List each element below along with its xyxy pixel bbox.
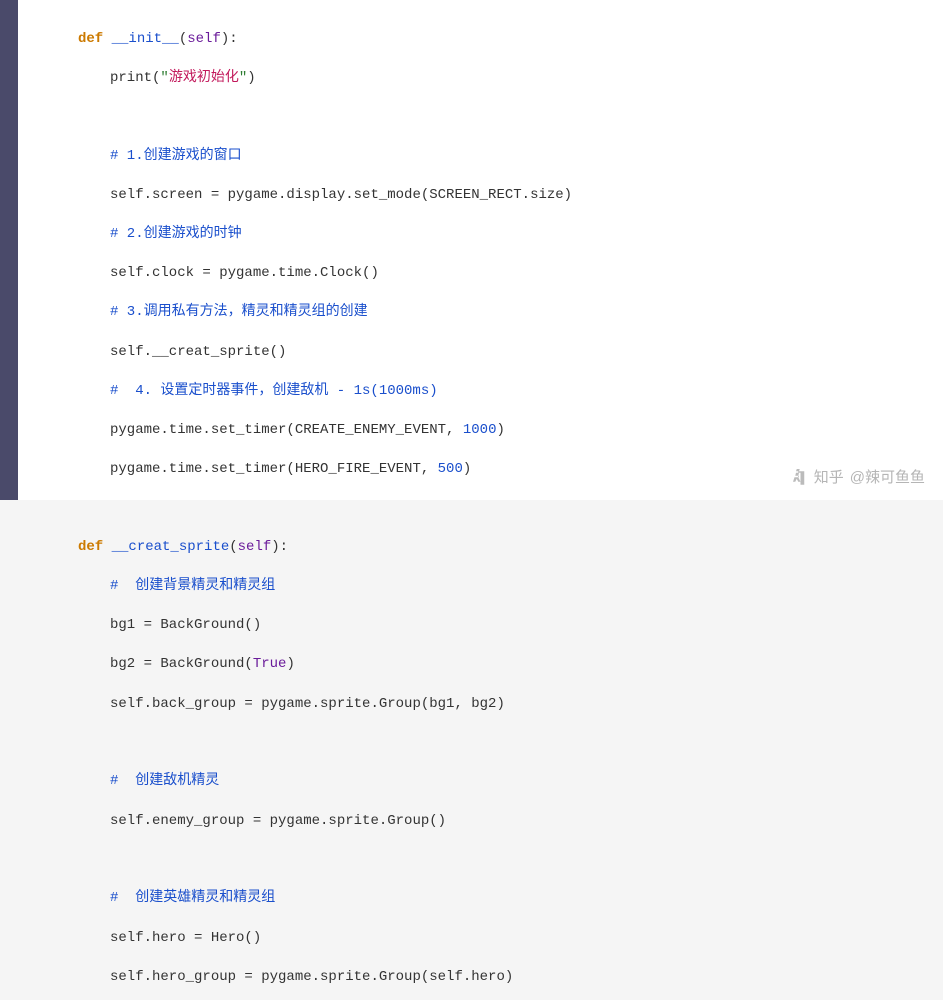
code-line: self.clock = pygame.time.Clock() xyxy=(38,264,943,284)
func-name: __creat_sprite xyxy=(112,539,230,555)
blank-line xyxy=(38,499,943,518)
param-self: self xyxy=(238,539,272,555)
code-line: def __init__(self): xyxy=(38,30,943,50)
code-line: bg2 = BackGround(True) xyxy=(38,655,943,675)
code-comment: # 2.创建游戏的时钟 xyxy=(38,225,943,245)
blank-line xyxy=(38,734,943,753)
code-line: self.back_group = pygame.sprite.Group(bg… xyxy=(38,695,943,715)
watermark-author: @辣可鱼鱼 xyxy=(850,467,925,488)
func-name: __init__ xyxy=(112,31,179,47)
code-line: def __creat_sprite(self): xyxy=(38,538,943,558)
code-comment: # 创建背景精灵和精灵组 xyxy=(38,577,943,597)
code-comment: # 4. 设置定时器事件，创建敌机 - 1s(1000ms) xyxy=(38,382,943,402)
code-comment: # 创建英雄精灵和精灵组 xyxy=(38,889,943,909)
code-line: self.screen = pygame.display.set_mode(SC… xyxy=(38,186,943,206)
watermark-site: 知乎 xyxy=(814,467,844,488)
keyword-def: def xyxy=(78,539,103,555)
code-editor: def __init__(self): print("游戏初始化") # 1.创… xyxy=(0,0,943,500)
blank-line xyxy=(38,108,943,127)
blank-line xyxy=(38,851,943,870)
code-line: self.__creat_sprite() xyxy=(38,343,943,363)
code-line: self.enemy_group = pygame.sprite.Group() xyxy=(38,812,943,832)
code-line: self.hero_group = pygame.sprite.Group(se… xyxy=(38,968,943,988)
param-self: self xyxy=(187,31,221,47)
code-comment: # 1.创建游戏的窗口 xyxy=(38,147,943,167)
code-line: pygame.time.set_timer(CREATE_ENEMY_EVENT… xyxy=(38,421,943,441)
code-line: print("游戏初始化") xyxy=(38,69,943,89)
watermark: 知乎 @辣可鱼鱼 xyxy=(790,467,925,488)
code-comment: # 创建敌机精灵 xyxy=(38,772,943,792)
code-line: self.hero = Hero() xyxy=(38,929,943,949)
code-comment: # 3.调用私有方法，精灵和精灵组的创建 xyxy=(38,303,943,323)
code-line: bg1 = BackGround() xyxy=(38,616,943,636)
zhihu-icon xyxy=(790,469,808,487)
keyword-def: def xyxy=(78,31,103,47)
